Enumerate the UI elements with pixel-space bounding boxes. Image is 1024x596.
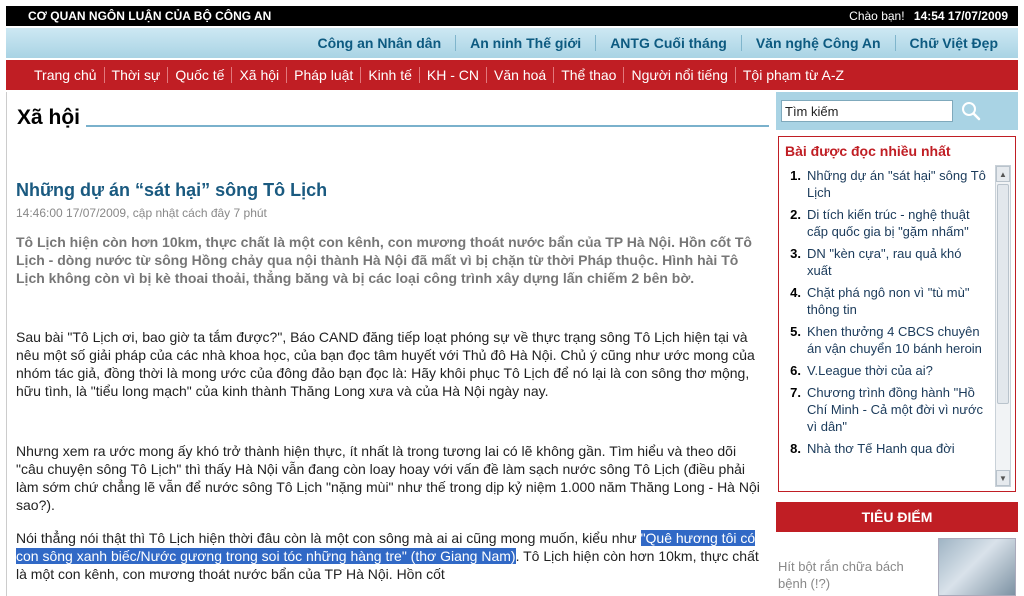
item-number: 1. [790, 168, 801, 183]
search-input[interactable] [781, 100, 953, 122]
pub-link-cand[interactable]: Công an Nhân dân [303, 35, 457, 51]
item-link[interactable]: DN "kèn cựa", rau quả khó xuất [807, 245, 989, 279]
item-number: 4. [790, 285, 801, 300]
paragraph-text: Nói thẳng nói thật thì Tô Lịch hiện thời… [16, 530, 641, 546]
most-read-box: Bài được đọc nhiều nhất 1. Những dự án "s… [778, 136, 1016, 492]
scroll-up-arrow-icon[interactable]: ▲ [996, 166, 1010, 182]
nav-van-hoa[interactable]: Văn hoá [487, 67, 555, 83]
greeting-area: Chào bạn! 14:54 17/07/2009 [849, 9, 1008, 23]
item-link[interactable]: Di tích kiến trúc - nghệ thuật cấp quốc … [807, 206, 989, 240]
section-divider [86, 125, 769, 127]
nav-the-thao[interactable]: Thể thao [554, 67, 625, 83]
pub-link-antg[interactable]: An ninh Thế giới [456, 35, 597, 51]
nav-xa-hoi[interactable]: Xã hội [232, 67, 288, 83]
greeting: Chào bạn! [849, 9, 905, 23]
top-bar: CƠ QUAN NGÔN LUẬN CỦA BỘ CÔNG AN Chào bạ… [6, 6, 1018, 26]
item-number: 5. [790, 324, 801, 339]
list-item[interactable]: 5. Khen thưởng 4 CBCS chuyên án vận chuyể… [783, 323, 989, 357]
main-nav: Trang chủ Thời sự Quốc tế Xã hội Pháp lu… [6, 60, 1018, 90]
article-title[interactable]: Những dự án “sát hại” sông Tô Lịch [16, 180, 327, 201]
list-item[interactable]: 3. DN "kèn cựa", rau quả khó xuất [783, 245, 989, 279]
article-column: Xã hội Những dự án “sát hại” sông Tô Lịc… [6, 92, 772, 596]
nav-phap-luat[interactable]: Pháp luật [287, 67, 362, 83]
most-read-title: Bài được đọc nhiều nhất [785, 143, 951, 159]
nav-thoi-su[interactable]: Thời sự [105, 67, 169, 83]
nav-kh-cn[interactable]: KH - CN [420, 67, 488, 83]
item-link[interactable]: Những dự án "sát hại" sông Tô Lịch [807, 167, 989, 201]
item-number: 6. [790, 363, 801, 378]
list-item[interactable]: 8. Nhà thơ Tế Hanh qua đời [783, 440, 989, 457]
page: CƠ QUAN NGÔN LUẬN CỦA BỘ CÔNG AN Chào bạ… [0, 0, 1024, 596]
item-number: 7. [790, 385, 801, 400]
item-number: 3. [790, 246, 801, 261]
item-link[interactable]: Khen thưởng 4 CBCS chuyên án vận chuyển … [807, 323, 989, 357]
focus-story-link[interactable]: Hít bột rắn chữa bách bệnh (!?) [778, 558, 928, 592]
pub-link-chu-viet-dep[interactable]: Chữ Việt Đẹp [896, 35, 1012, 51]
list-scrollbar[interactable]: ▲ ▼ [995, 165, 1011, 487]
item-link[interactable]: Chương trình đồng hành "Hồ Chí Minh - Cả… [807, 384, 989, 435]
scroll-down-arrow-icon[interactable]: ▼ [996, 470, 1010, 486]
item-number: 2. [790, 207, 801, 222]
nav-kinh-te[interactable]: Kinh tế [361, 67, 420, 83]
scroll-thumb[interactable] [997, 184, 1009, 404]
list-item[interactable]: 1. Những dự án "sát hại" sông Tô Lịch [783, 167, 989, 201]
section-title: Xã hội [17, 106, 81, 129]
search-area [776, 92, 1018, 130]
nav-home[interactable]: Trang chủ [20, 67, 105, 83]
current-datetime: 14:54 17/07/2009 [913, 9, 1008, 23]
item-link[interactable]: V.League thời của ai? [807, 362, 989, 379]
nav-nguoi-noi-tieng[interactable]: Người nổi tiếng [624, 67, 736, 83]
section-header: Xã hội [17, 106, 769, 130]
item-link[interactable]: Nhà thơ Tế Hanh qua đời [807, 440, 989, 457]
list-item[interactable]: 4. Chặt phá ngô non vì "tù mù" thông tin [783, 284, 989, 318]
list-item[interactable]: 6. V.League thời của ai? [783, 362, 989, 379]
list-item[interactable]: 7. Chương trình đồng hành "Hồ Chí Minh - … [783, 384, 989, 435]
search-icon[interactable] [960, 100, 982, 122]
publications-bar: Công an Nhân dân An ninh Thế giới ANTG C… [6, 28, 1018, 58]
article-paragraph-3: Nói thẳng nói thật thì Tô Lịch hiện thời… [16, 529, 764, 583]
article-paragraph-1: Sau bài "Tô Lịch ơi, bao giờ ta tắm được… [16, 329, 755, 399]
site-label: CƠ QUAN NGÔN LUẬN CỦA BỘ CÔNG AN [28, 9, 272, 23]
most-read-list: 1. Những dự án "sát hại" sông Tô Lịch 2. D… [783, 167, 989, 485]
list-item[interactable]: 2. Di tích kiến trúc - nghệ thuật cấp quố… [783, 206, 989, 240]
nav-quoc-te[interactable]: Quốc tế [168, 67, 233, 83]
focus-header: TIÊU ĐIỂM [776, 502, 1018, 532]
focus-thumbnail[interactable] [938, 538, 1016, 596]
sidebar: Bài được đọc nhiều nhất 1. Những dự án "s… [776, 92, 1018, 596]
item-link[interactable]: Chặt phá ngô non vì "tù mù" thông tin [807, 284, 989, 318]
item-number: 8. [790, 441, 801, 456]
pub-link-van-nghe[interactable]: Văn nghệ Công An [742, 35, 896, 51]
article-paragraph-2: Nhưng xem ra ước mong ấy khó trở thành h… [16, 443, 760, 513]
pub-link-antg-cuoi-thang[interactable]: ANTG Cuối tháng [596, 35, 742, 51]
nav-toi-pham[interactable]: Tội phạm từ A-Z [736, 67, 851, 83]
article-lead: Tô Lịch hiện còn hơn 10km, thực chất là … [16, 234, 752, 286]
article-timestamp: 14:46:00 17/07/2009, cập nhật cách đây 7… [16, 206, 267, 220]
